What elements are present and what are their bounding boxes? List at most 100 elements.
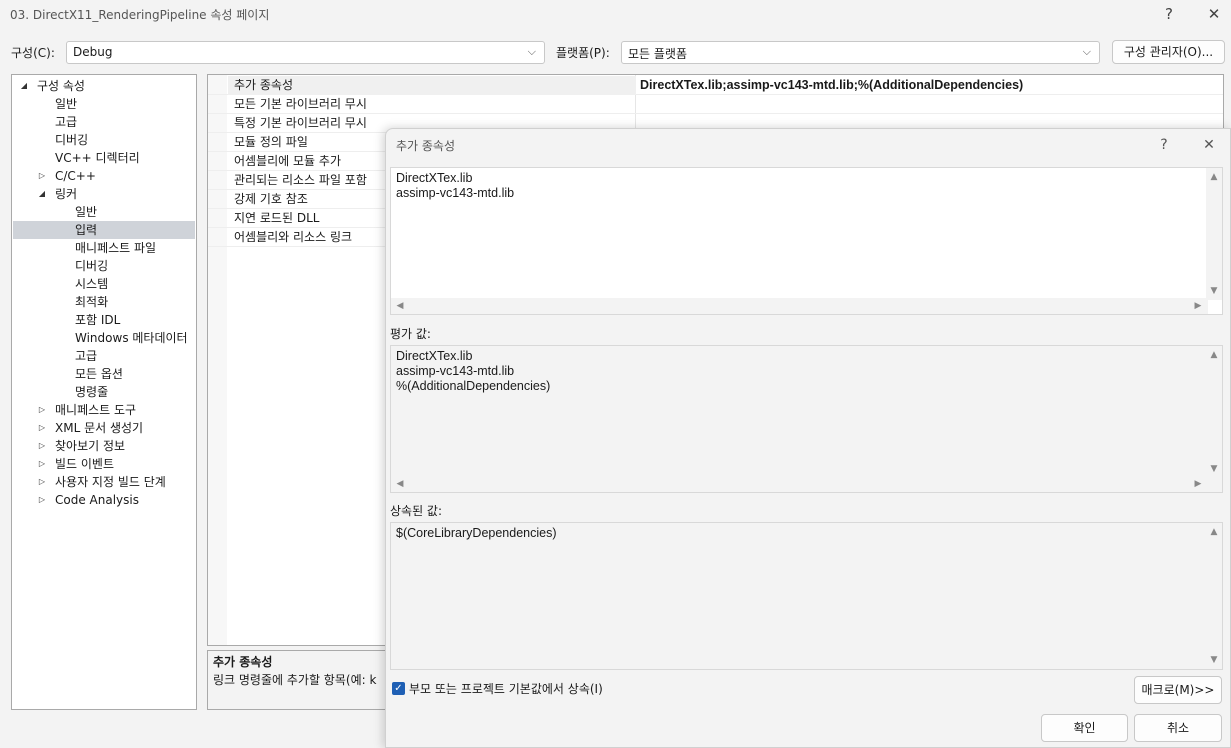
tree-item[interactable]: ▷ 사용자 지정 빌드 단계 [13,473,195,491]
text-line: $(CoreLibraryDependencies) [396,526,557,540]
tree-item[interactable]: 디버깅 [13,131,195,149]
tree-item-label: Code Analysis [55,493,139,507]
expanded-arrow-icon[interactable]: ◢ [19,77,29,95]
macro-button[interactable]: 매크로(M)>> [1134,676,1222,704]
window-title: 03. DirectX11_RenderingPipeline 속성 페이지 [10,8,270,22]
tree-item[interactable]: 포함 IDL [13,311,195,329]
config-manager-button[interactable]: 구성 관리자(O)... [1112,40,1225,64]
tree-item-label: 매니페스트 도구 [55,403,137,417]
text-line: %(AdditionalDependencies) [396,379,551,393]
edit-lines: DirectXTex.lib assimp-vc143-mtd.lib [396,171,514,201]
horizontal-scrollbar[interactable]: ◀ ▶ [391,476,1208,492]
collapsed-arrow-icon[interactable]: ▷ [37,167,47,185]
scroll-up-icon[interactable]: ▲ [1207,348,1221,362]
tree-item[interactable]: 모든 옵션 [13,365,195,383]
tree-item[interactable]: 매니페스트 파일 [13,239,195,257]
property-name: 지연 로드된 DLL [234,211,320,225]
tree-item[interactable]: 명령줄 [13,383,195,401]
horizontal-scrollbar[interactable]: ◀ ▶ [391,298,1208,314]
text-line: assimp-vc143-mtd.lib [396,186,515,200]
tree-item-label: 시스템 [75,277,109,291]
scroll-down-icon[interactable]: ▼ [1207,653,1221,667]
expanded-arrow-icon[interactable]: ◢ [37,185,47,203]
collapsed-arrow-icon[interactable]: ▷ [37,473,47,491]
collapsed-arrow-icon[interactable]: ▷ [37,401,47,419]
inherited-lines: $(CoreLibraryDependencies) [396,526,557,541]
title-bar: 03. DirectX11_RenderingPipeline 속성 페이지 ?… [0,0,1231,30]
scroll-right-icon[interactable]: ▶ [1191,299,1205,313]
tree-item[interactable]: ▷ C/C++ [13,167,195,185]
dialog-close-icon[interactable]: ✕ [1198,135,1220,155]
dependencies-edit-box[interactable]: DirectXTex.lib assimp-vc143-mtd.lib ▲ ▼ ◀… [390,167,1223,315]
inherit-checkbox-label[interactable]: 부모 또는 프로젝트 기본값에서 상속(I) [409,680,603,697]
tree-item[interactable]: ◢ 구성 속성 [13,77,195,95]
tree-item-label: 모든 옵션 [75,367,123,381]
collapsed-arrow-icon[interactable]: ▷ [37,491,47,509]
text-line: DirectXTex.lib [396,349,473,363]
property-row[interactable]: 모든 기본 라이브러리 무시 [208,95,1223,114]
tree-item[interactable]: ▷ XML 문서 생성기 [13,419,195,437]
scroll-right-icon[interactable]: ▶ [1191,477,1205,491]
vertical-scrollbar[interactable]: ▲ ▼ [1206,168,1222,300]
additional-dependencies-dialog: 추가 종속성 ? ✕ DirectXTex.lib assimp-vc143-mt… [385,128,1231,748]
collapsed-arrow-icon[interactable]: ▷ [37,419,47,437]
tree-item[interactable]: 일반 [13,203,195,221]
tree-item-label: 입력 [75,223,98,237]
tree-item[interactable]: ▷ 매니페스트 도구 [13,401,195,419]
scroll-up-icon[interactable]: ▲ [1207,525,1221,539]
property-name: 모든 기본 라이브러리 무시 [234,97,367,111]
ok-button[interactable]: 확인 [1041,714,1128,742]
tree-item[interactable]: ◢ 링커 [13,185,195,203]
text-line: assimp-vc143-mtd.lib [396,364,515,378]
cancel-button[interactable]: 취소 [1134,714,1222,742]
scroll-left-icon[interactable]: ◀ [393,477,407,491]
close-icon[interactable]: ✕ [1200,3,1228,25]
dialog-help-icon[interactable]: ? [1153,135,1175,155]
vertical-scrollbar[interactable]: ▲ ▼ [1206,523,1222,669]
tree-item-label: 매니페스트 파일 [75,241,157,255]
config-label: 구성(C): [11,46,55,60]
tree-item[interactable]: VC++ 디렉터리 [13,149,195,167]
tree-item-label: 고급 [75,349,98,363]
tree-item[interactable]: ▷ Code Analysis [13,491,195,509]
platform-dropdown[interactable]: 모든 플랫폼 ⌵ [621,41,1100,64]
tree-item[interactable]: 최적화 [13,293,195,311]
collapsed-arrow-icon[interactable]: ▷ [37,437,47,455]
scroll-down-icon[interactable]: ▼ [1207,284,1221,298]
tree-item-label: Windows 메타데이터 [75,331,188,345]
tree-item[interactable]: 고급 [13,113,195,131]
property-row[interactable]: 추가 종속성 DirectXTex.lib;assimp-vc143-mtd.li… [208,76,1223,95]
tree-item-label: 디버깅 [75,259,109,273]
property-value[interactable]: DirectXTex.lib;assimp-vc143-mtd.lib;%(Ad… [640,76,1023,95]
tree-item[interactable]: 시스템 [13,275,195,293]
tree-item-label: 최적화 [75,295,109,309]
scroll-left-icon[interactable]: ◀ [393,299,407,313]
tree-item-label: XML 문서 생성기 [55,421,144,435]
tree-item[interactable]: Windows 메타데이터 [13,329,195,347]
dialog-title: 추가 종속성 [396,139,456,153]
tree-item-label: 명령줄 [75,385,109,399]
inherited-value-label: 상속된 값: [390,504,443,518]
tree-item-label: 고급 [55,115,78,129]
inherit-checkbox[interactable]: ✓ [392,682,405,695]
text-line: DirectXTex.lib [396,171,473,185]
tree-item[interactable]: 일반 [13,95,195,113]
scroll-down-icon[interactable]: ▼ [1207,462,1221,476]
tree-item-label: 디버깅 [55,133,89,147]
tree-item[interactable]: 디버깅 [13,257,195,275]
config-dropdown[interactable]: Debug ⌵ [66,41,545,64]
tree-item[interactable]: 입력 [13,221,195,239]
scroll-up-icon[interactable]: ▲ [1207,170,1221,184]
tree-item-label: 찾아보기 정보 [55,439,126,453]
vertical-scrollbar[interactable]: ▲ ▼ [1206,346,1222,478]
tree-item[interactable]: ▷ 빌드 이벤트 [13,455,195,473]
collapsed-arrow-icon[interactable]: ▷ [37,455,47,473]
tree-item[interactable]: 고급 [13,347,195,365]
help-icon[interactable]: ? [1155,3,1183,25]
property-tree[interactable]: ◢ 구성 속성 일반 고급 디버깅 VC++ 디렉터리 ▷ C/C++ ◢ 링커 일반 입력 매니페스트… [11,74,197,710]
tree-item[interactable]: ▷ 찾아보기 정보 [13,437,195,455]
evaluated-value-box: DirectXTex.lib assimp-vc143-mtd.lib %(Addi… [390,345,1223,493]
property-name: 어셈블리에 모듈 추가 [234,154,341,168]
tree-item-label: 빌드 이벤트 [55,457,115,471]
description-text: 링크 명령줄에 추가할 항목(예: k [213,673,377,687]
